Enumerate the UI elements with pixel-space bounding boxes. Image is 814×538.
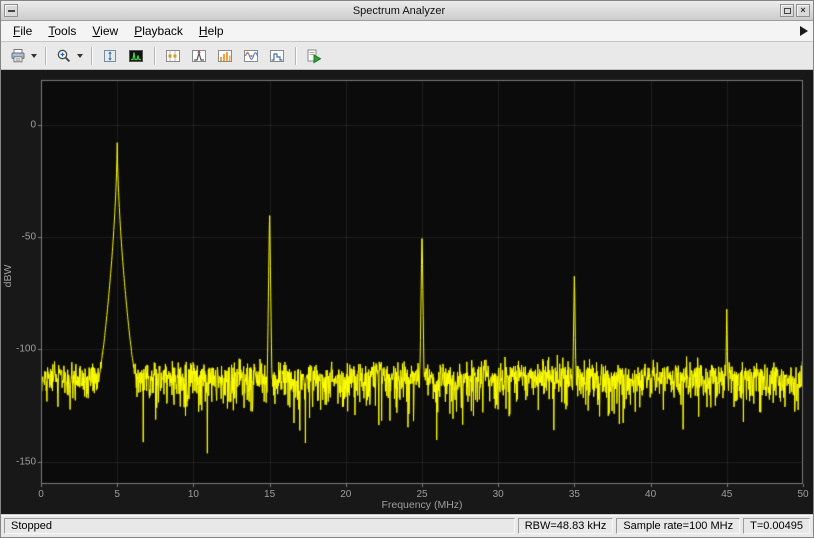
peak-finder-button[interactable]	[186, 43, 212, 69]
close-icon: ×	[800, 6, 805, 15]
time-indicator: T=0.00495	[743, 518, 810, 534]
titlebar[interactable]: Spectrum Analyzer ×	[1, 1, 813, 21]
run-button[interactable]	[301, 43, 327, 69]
spectrum-plot-canvas[interactable]	[1, 70, 813, 514]
toolbar-separator	[295, 47, 296, 65]
zoom-combo	[51, 43, 86, 69]
channel-measurements-icon	[217, 48, 233, 64]
menu-overflow-arrow-icon[interactable]	[800, 26, 808, 36]
autoscale-button[interactable]	[97, 43, 123, 69]
menu-item-help[interactable]: Help	[191, 22, 232, 40]
spectrum-settings-icon	[128, 48, 144, 64]
zoom-button[interactable]	[51, 43, 77, 69]
menu-item-playback[interactable]: Playback	[126, 22, 191, 40]
zoom-magnifier-icon	[56, 48, 72, 64]
toolbar-separator	[91, 47, 92, 65]
menubar-items: FileToolsViewPlaybackHelp	[5, 21, 232, 41]
maximize-icon	[784, 8, 791, 14]
cursor-measurements-icon	[165, 48, 181, 64]
spectral-mask-button[interactable]	[264, 43, 290, 69]
distortion-measurements-button[interactable]	[238, 43, 264, 69]
channel-measurements-button[interactable]	[212, 43, 238, 69]
menu-item-tools[interactable]: Tools	[40, 22, 84, 40]
toolbar	[1, 42, 813, 70]
spectrum-analyzer-window: Spectrum Analyzer × FileToolsViewPlaybac…	[0, 0, 814, 538]
window-title: Spectrum Analyzer	[20, 5, 778, 17]
window-menu-button[interactable]	[4, 4, 18, 17]
cursor-measurements-button[interactable]	[160, 43, 186, 69]
export-combo	[5, 43, 40, 69]
toolbar-separator	[45, 47, 46, 65]
sample-rate-indicator: Sample rate=100 MHz	[616, 518, 740, 534]
plot-region: 051015202530354045500-50-100-150 dBW Fre…	[1, 70, 813, 514]
menu-item-view[interactable]: View	[84, 22, 126, 40]
status-message: Stopped	[4, 518, 515, 534]
fit-axes-icon	[102, 48, 118, 64]
spectral-mask-icon	[269, 48, 285, 64]
distortion-measurements-icon	[243, 48, 259, 64]
maximize-button[interactable]	[780, 4, 794, 17]
statusbar: Stopped RBW=48.83 kHz Sample rate=100 MH…	[1, 514, 813, 537]
toolbar-separator	[154, 47, 155, 65]
printer-export-icon	[10, 48, 26, 64]
run-playback-icon	[306, 48, 322, 64]
menubar: FileToolsViewPlaybackHelp	[1, 21, 813, 42]
peak-finder-icon	[191, 48, 207, 64]
rbw-indicator: RBW=48.83 kHz	[518, 518, 614, 534]
close-button[interactable]: ×	[796, 4, 810, 17]
window-menu-icon	[8, 10, 15, 12]
menu-item-file[interactable]: File	[5, 22, 40, 40]
export-button[interactable]	[5, 43, 31, 69]
spectrum-settings-button[interactable]	[123, 43, 149, 69]
zoom-dropdown-caret-icon[interactable]	[77, 54, 83, 58]
export-dropdown-caret-icon[interactable]	[31, 54, 37, 58]
